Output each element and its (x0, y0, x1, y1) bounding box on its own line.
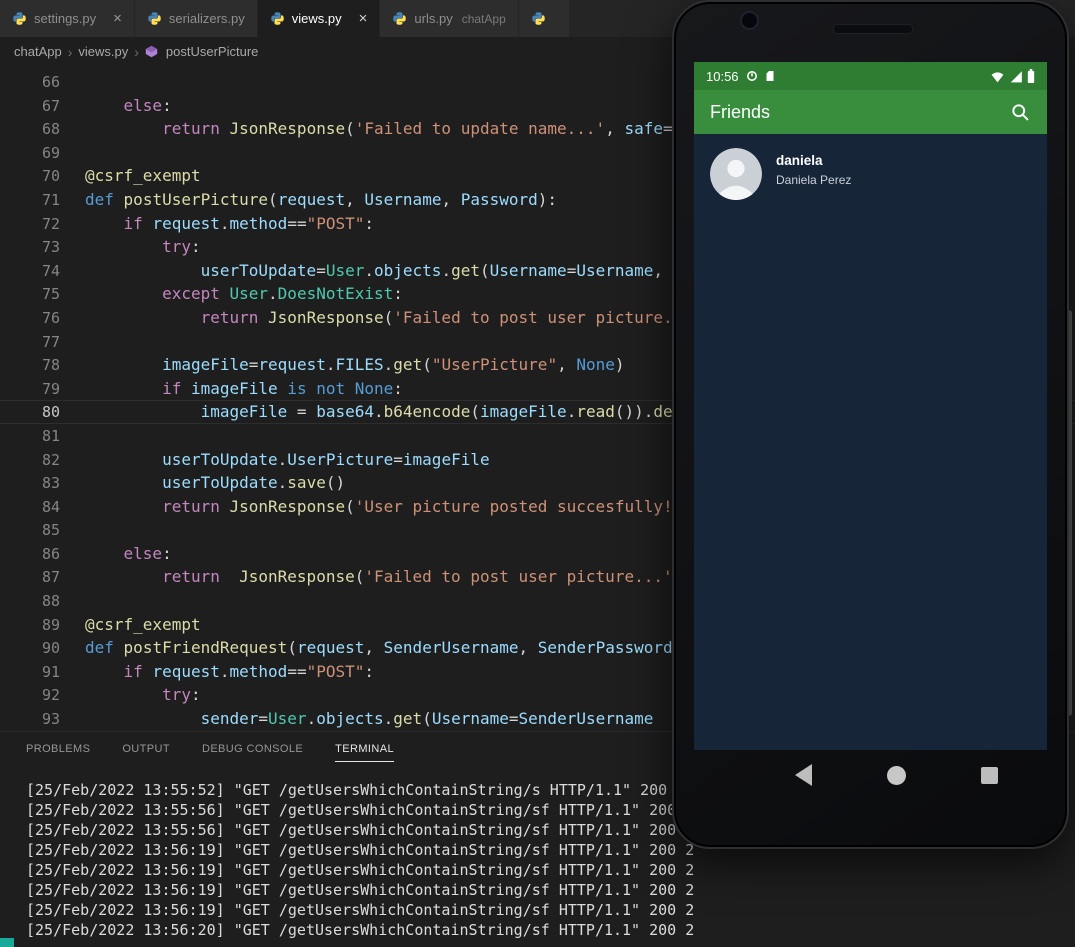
close-icon[interactable]: × (359, 11, 368, 26)
python-icon (392, 11, 407, 26)
signal-icon (1009, 70, 1023, 83)
contact-username: daniela (776, 153, 823, 168)
terminal-log-line: [25/Feb/2022 13:56:20] "GET /getUsersWhi… (26, 921, 695, 939)
chevron-right-icon: › (134, 43, 139, 60)
panel-tab-terminal[interactable]: TERMINAL (335, 737, 394, 762)
python-icon (147, 11, 162, 26)
python-icon (270, 11, 285, 26)
close-icon[interactable]: × (113, 11, 122, 26)
editor-tab-settings.py[interactable]: settings.py × (0, 0, 135, 37)
avatar (710, 148, 762, 200)
home-button-icon[interactable] (887, 765, 906, 785)
search-icon[interactable] (1010, 102, 1031, 123)
app-header: Friends (694, 90, 1047, 134)
wifi-icon (990, 70, 1005, 83)
sdcard-icon (765, 70, 775, 82)
panel-tab-debug-console[interactable]: DEBUG CONSOLE (202, 737, 303, 761)
clock: 10:56 (706, 68, 739, 84)
recents-button-icon[interactable] (981, 766, 998, 784)
panel-tab-output[interactable]: OUTPUT (122, 737, 170, 761)
breadcrumb-item-views.py[interactable]: views.py (78, 44, 128, 59)
python-icon (531, 11, 546, 26)
breadcrumb-item-chatApp[interactable]: chatApp (14, 44, 62, 59)
phone-status-bar: 10:56 (694, 62, 1047, 90)
editor-tab-urls.py[interactable]: urls.py chatApp (380, 0, 519, 37)
page-title: Friends (710, 101, 771, 122)
editor-tab-views.py[interactable]: views.py × (257, 0, 381, 37)
data-saver-icon (746, 70, 758, 82)
phone-screen: 10:56 Friends daniela Daniela Perez (694, 62, 1047, 750)
vscode-window: settings.py × serializers.py views.py × urls.… (0, 0, 1075, 947)
panel-tab-problems[interactable]: PROBLEMS (26, 737, 90, 761)
editor-tab-partial-4[interactable] (518, 0, 570, 37)
list-item-daniela[interactable]: daniela Daniela Perez (694, 134, 1047, 214)
friends-list: daniela Daniela Perez (694, 134, 1047, 750)
breadcrumb-item-postUserPicture[interactable]: postUserPicture (166, 44, 258, 59)
python-icon (12, 11, 27, 26)
back-button-icon[interactable] (795, 764, 812, 786)
chevron-right-icon: › (67, 43, 73, 60)
battery-icon (1027, 69, 1035, 83)
front-camera (740, 11, 759, 30)
symbol-method-icon (145, 45, 158, 58)
status-accent (0, 938, 14, 947)
terminal-log-line: [25/Feb/2022 13:56:19] "GET /getUsersWhi… (26, 901, 695, 919)
android-phone: 10:56 Friends daniela Daniela Perez (672, 0, 1069, 849)
earpiece-speaker (833, 24, 913, 34)
editor-tab-serializers.py[interactable]: serializers.py (134, 0, 258, 37)
android-nav-bar (694, 752, 1073, 798)
contact-fullname: Daniela Perez (776, 173, 852, 187)
terminal-log-line: [25/Feb/2022 13:56:19] "GET /getUsersWhi… (26, 861, 695, 879)
terminal-log-line: [25/Feb/2022 13:56:19] "GET /getUsersWhi… (26, 881, 695, 899)
